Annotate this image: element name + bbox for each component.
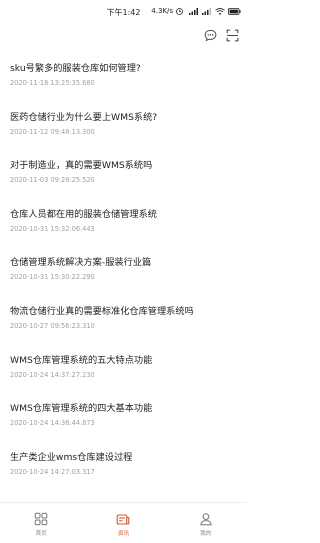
top-toolbar (203, 28, 239, 42)
article-date: 2020-11-18 13:25:35.680 (10, 79, 95, 87)
article-date: 2020-11-12 09:48:13.300 (10, 127, 95, 136)
chat-button[interactable] (203, 28, 217, 42)
list-item[interactable]: 生产类企业wms仓库建设过程 2020-10-24 14:27:03.317 (0, 441, 247, 490)
article-date: 2020-10-24 14:27:03.317 (10, 467, 95, 476)
bottom-tab-bar: 首页 资讯 我的 (0, 502, 247, 543)
list-item[interactable]: 医药仓储行业为什么要上WMS系统? 2020-11-12 09:48:13.30… (0, 101, 247, 150)
article-title: WMS仓库管理系统的五大特点功能 (10, 354, 153, 366)
article-title: 仓储管理系统解决方案-服装行业篇 (10, 257, 152, 269)
scan-icon (226, 29, 238, 41)
scan-button[interactable] (225, 28, 239, 42)
list-item[interactable]: 对于制造业，真的需要WMS系统吗 2020-11-03 09:28:25.520 (0, 149, 247, 198)
tab-home-label: 首页 (35, 530, 47, 537)
article-date: 2020-10-24 14:36:44.873 (10, 419, 95, 428)
user-icon (200, 512, 212, 525)
article-date: 2020-10-31 15:30:22.290 (10, 273, 95, 282)
article-title: 医药仓储行业为什么要上WMS系统? (10, 111, 158, 123)
article-title: 生产类企业wms仓库建设过程 (10, 451, 133, 463)
wifi-icon (215, 7, 225, 15)
article-title: 仓库人员都在用的服装仓储管理系统 (10, 208, 157, 220)
tab-news[interactable]: 资讯 (82, 503, 164, 543)
list-item[interactable]: sku号繁多的服装仓库如何管理? 2020-11-18 13:25:35.680 (0, 52, 247, 101)
tab-home[interactable]: 首页 (0, 503, 82, 543)
tab-news-label: 资讯 (117, 530, 130, 537)
article-date: 2020-10-27 09:56:23.310 (10, 321, 95, 330)
signal-icon (189, 7, 198, 15)
article-date: 2020-10-24 14:37:27.230 (10, 370, 95, 379)
tab-profile[interactable]: 我的 (165, 503, 247, 543)
status-indicators: 4.3K/s (151, 7, 241, 15)
tab-profile-label: 我的 (200, 530, 212, 537)
article-title: sku号繁多的服装仓库如何管理? (10, 63, 141, 74)
article-date: 2020-10-31 15:32:06.443 (10, 224, 95, 233)
news-icon (117, 513, 130, 525)
article-date: 2020-11-03 09:28:25.520 (10, 176, 95, 185)
status-bar: 下午1:42 4.3K/s (0, 0, 247, 24)
signal-2-icon (202, 7, 211, 15)
list-item[interactable]: 仓库人员都在用的服装仓储管理系统 2020-10-31 15:32:06.443 (0, 198, 247, 247)
list-item[interactable]: 仓储管理系统解决方案-服装行业篇 2020-10-31 15:30:22.290 (0, 246, 247, 295)
list-item[interactable]: WMS仓库管理系统的五大特点功能 2020-10-24 14:37:27.230 (0, 344, 247, 393)
battery-icon (228, 7, 241, 15)
list-item[interactable]: WMS仓库管理系统的四大基本功能 2020-10-24 14:36:44.873 (0, 392, 247, 441)
grid-icon (34, 512, 48, 525)
article-list: sku号繁多的服装仓库如何管理? 2020-11-18 13:25:35.680… (0, 52, 247, 489)
network-speed: 4.3K/s (151, 7, 173, 15)
article-title: 对于制造业，真的需要WMS系统吗 (10, 160, 153, 172)
chat-icon (204, 29, 216, 41)
article-title: 物流仓储行业真的需要标准化仓库管理系统吗 (10, 305, 194, 317)
list-item[interactable]: 物流仓储行业真的需要标准化仓库管理系统吗 2020-10-27 09:56:23… (0, 295, 247, 344)
clock-icon (176, 7, 183, 15)
article-title: WMS仓库管理系统的四大基本功能 (10, 403, 153, 415)
